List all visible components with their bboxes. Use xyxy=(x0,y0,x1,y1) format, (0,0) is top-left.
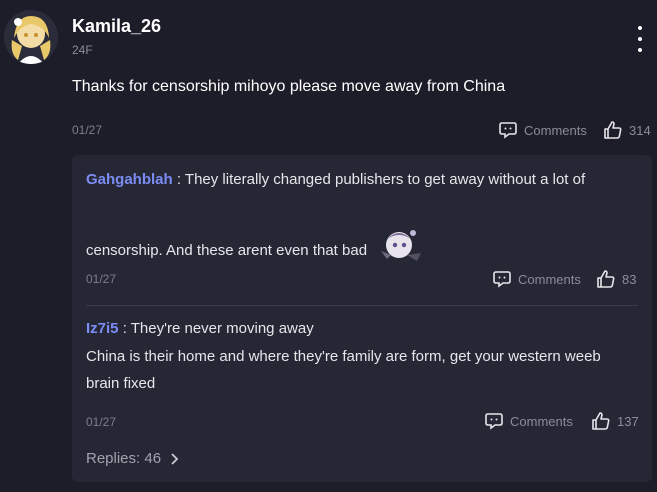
comments-label: Comments xyxy=(510,413,573,429)
reply-date: 01/27 xyxy=(86,272,117,286)
like-button[interactable]: 137 xyxy=(591,411,639,431)
avatar[interactable] xyxy=(4,10,58,64)
avatar-image xyxy=(4,10,58,64)
comment-bubble-icon xyxy=(485,413,503,430)
comments-label: Comments xyxy=(518,271,581,287)
reply-text: They're never moving away xyxy=(130,320,314,337)
more-dot xyxy=(638,26,642,30)
more-dot xyxy=(638,37,642,41)
reply-line: censorship. And these arent even that ba… xyxy=(86,230,423,271)
more-options-icon[interactable] xyxy=(633,26,647,52)
reply-author[interactable]: Iz7i5 xyxy=(86,320,119,337)
like-count: 83 xyxy=(622,271,637,287)
reply-author[interactable]: Gahgahblah xyxy=(86,171,173,188)
reply-line: Gahgahblah : They literally changed publ… xyxy=(86,171,585,188)
replies-count-label: Replies: 46 xyxy=(86,450,162,467)
reply-text: They literally changed publishers to get… xyxy=(184,171,586,188)
reply-text: China is their home and where they're fa… xyxy=(86,348,601,365)
reply-line: Iz7i5 : They're never moving away xyxy=(86,320,314,337)
reply-date: 01/27 xyxy=(86,415,117,429)
floor-number: 24F xyxy=(72,43,93,57)
reply-divider xyxy=(86,305,638,306)
comments-button[interactable]: Comments xyxy=(492,269,581,289)
like-button[interactable]: 83 xyxy=(596,269,636,289)
comments-button[interactable]: Comments xyxy=(498,120,587,140)
reply-text: brain fixed xyxy=(86,375,156,392)
like-count: 314 xyxy=(629,122,651,138)
post-content: Thanks for censorship mihoyo please move… xyxy=(72,78,506,95)
like-count: 137 xyxy=(617,413,639,429)
reply-line: brain fixed xyxy=(86,375,155,392)
thumbs-up-icon xyxy=(604,121,622,139)
like-button[interactable]: 314 xyxy=(603,120,651,140)
comment-bubble-icon xyxy=(493,271,511,288)
more-dot xyxy=(638,48,642,52)
comments-label: Comments xyxy=(524,122,587,138)
sticker-image xyxy=(377,225,423,265)
reply-separator: : xyxy=(172,171,185,188)
comments-button[interactable]: Comments xyxy=(484,411,573,431)
reply-text: censorship. And these arent even that ba… xyxy=(86,241,368,259)
reply-separator: : xyxy=(118,320,131,337)
replies-panel: Gahgahblah : They literally changed publ… xyxy=(72,155,652,482)
thumbs-up-icon xyxy=(592,412,610,430)
view-replies-button[interactable]: Replies: 46 xyxy=(86,450,179,467)
reply-line: China is their home and where they're fa… xyxy=(86,348,601,365)
post-date: 01/27 xyxy=(72,123,103,137)
chevron-right-icon xyxy=(171,452,179,465)
thumbs-up-icon xyxy=(597,270,615,288)
username[interactable]: Kamila_26 xyxy=(72,16,161,37)
comment-bubble-icon xyxy=(499,122,517,139)
